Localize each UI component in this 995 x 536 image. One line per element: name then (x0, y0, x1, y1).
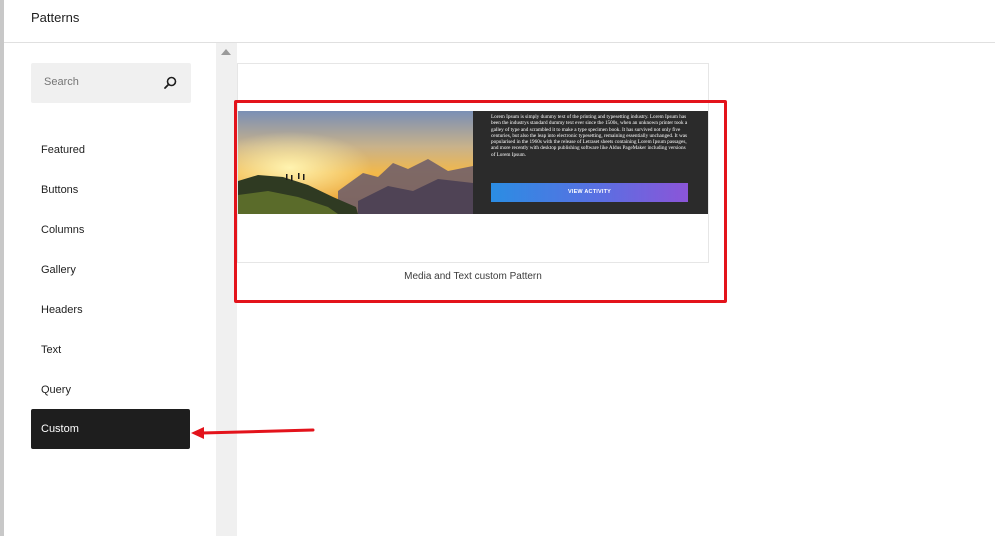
search-input[interactable]: Search (31, 63, 191, 103)
category-featured[interactable]: Featured (31, 130, 190, 170)
category-query[interactable]: Query (31, 370, 190, 410)
category-gallery[interactable]: Gallery (31, 250, 190, 290)
search-icon[interactable] (162, 75, 178, 91)
pattern-category-sidebar: Search Featured Buttons Columns Gallery … (4, 43, 216, 536)
category-columns[interactable]: Columns (31, 210, 190, 250)
scroll-up-arrow-icon[interactable] (221, 49, 231, 55)
search-placeholder: Search (44, 76, 79, 88)
category-buttons[interactable]: Buttons (31, 170, 190, 210)
category-headers[interactable]: Headers (31, 290, 190, 330)
category-custom[interactable]: Custom (31, 409, 190, 449)
annotation-highlight-box (234, 100, 727, 303)
annotation-arrow-icon (191, 427, 315, 439)
modal-header: Patterns (4, 0, 995, 43)
category-text[interactable]: Text (31, 330, 190, 370)
page-title: Patterns (31, 10, 80, 25)
